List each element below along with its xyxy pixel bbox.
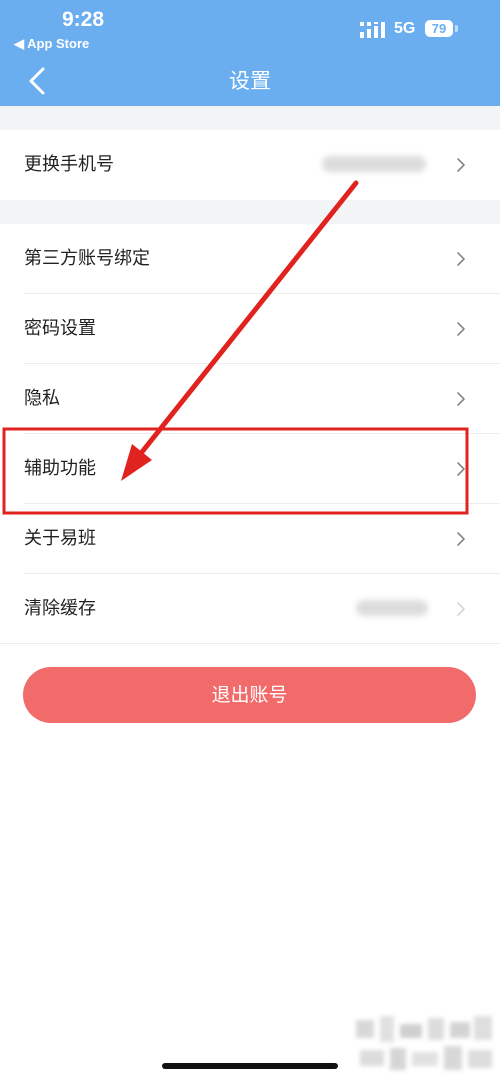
group-gap xyxy=(0,200,500,224)
settings-row-change-phone[interactable]: 更换手机号 xyxy=(0,130,500,200)
page-title: 设置 xyxy=(229,69,271,93)
cache-size-value xyxy=(356,600,428,616)
status-time: 9:28 xyxy=(62,8,105,31)
home-indicator[interactable] xyxy=(162,1063,338,1069)
row-label: 密码设置 xyxy=(24,318,96,339)
settings-row-password[interactable]: 密码设置 xyxy=(0,294,500,364)
group-gap xyxy=(0,106,500,130)
signal-icon xyxy=(360,22,385,38)
network-label: 5G xyxy=(394,20,416,37)
chevron-right-icon xyxy=(457,392,465,406)
back-to-app-store-link[interactable]: ◀ App Store xyxy=(14,36,89,52)
chevron-right-icon xyxy=(457,322,465,336)
row-label: 清除缓存 xyxy=(24,598,96,619)
row-label: 关于易班 xyxy=(24,528,96,549)
settings-row-privacy[interactable]: 隐私 xyxy=(0,364,500,434)
settings-row-clear-cache[interactable]: 清除缓存 xyxy=(0,574,500,644)
header-bar: 9:28 ◀ App Store 5G 79 设置 xyxy=(0,0,500,106)
row-label: 更换手机号 xyxy=(24,154,114,175)
row-label: 隐私 xyxy=(24,388,60,409)
chevron-right-icon xyxy=(457,158,465,172)
watermark-logo xyxy=(356,1016,492,1070)
settings-row-accessibility[interactable]: 辅助功能 xyxy=(0,434,500,504)
phone-number-value xyxy=(322,156,426,172)
row-label: 辅助功能 xyxy=(24,458,96,479)
row-label: 第三方账号绑定 xyxy=(24,248,150,269)
battery-tip xyxy=(455,25,458,32)
battery-icon: 79 xyxy=(425,20,453,37)
row-divider xyxy=(0,643,500,644)
settings-row-third-party-binding[interactable]: 第三方账号绑定 xyxy=(0,224,500,294)
logout-button[interactable]: 退出账号 xyxy=(23,667,476,723)
settings-row-about[interactable]: 关于易班 xyxy=(0,504,500,574)
chevron-right-icon xyxy=(457,602,465,616)
chevron-right-icon xyxy=(457,462,465,476)
chevron-right-icon xyxy=(457,252,465,266)
chevron-right-icon xyxy=(457,532,465,546)
